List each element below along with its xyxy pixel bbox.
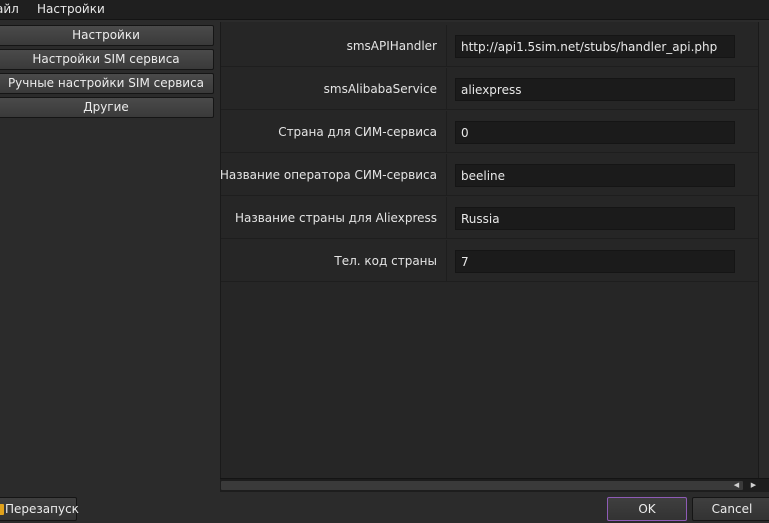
phone-country-code-input[interactable] <box>455 250 735 273</box>
sidebar-item-manual-sim-settings[interactable]: Ручные настройки SIM сервиса <box>0 73 214 94</box>
row-divider <box>446 197 447 239</box>
menu-file[interactable]: айл <box>0 2 19 16</box>
row-divider <box>446 111 447 153</box>
horizontal-scrollbar[interactable]: ◀ ▶ <box>220 478 769 492</box>
restart-button[interactable]: Перезапуск <box>0 497 79 521</box>
row-divider <box>446 240 447 282</box>
sim-country-input[interactable] <box>455 121 735 144</box>
horizontal-scrollbar-thumb[interactable] <box>221 481 743 490</box>
bottom-bar: Перезапуск OK Cancel <box>0 492 769 523</box>
field-label: Название оператора СИМ-сервиса <box>219 168 437 182</box>
row-divider <box>446 68 447 110</box>
settings-panel: smsAPIHandler smsAlibabaService Страна д… <box>220 22 769 478</box>
sms-alibaba-service-input[interactable] <box>455 78 735 101</box>
arrow-left-icon[interactable]: ◀ <box>731 480 742 491</box>
field-label: Название страны для Aliexpress <box>234 211 437 225</box>
sim-operator-input[interactable] <box>455 164 735 187</box>
row-divider <box>446 154 447 196</box>
form-row: Страна для СИМ-сервиса <box>221 111 759 153</box>
vertical-scrollbar[interactable] <box>758 22 769 478</box>
menu-settings[interactable]: Настройки <box>37 2 105 16</box>
ok-button[interactable]: OK <box>607 497 687 521</box>
sidebar: Настройки Настройки SIM сервиса Ручные н… <box>0 22 218 478</box>
row-divider <box>446 25 447 67</box>
form-row: Название страны для Aliexpress <box>221 197 759 239</box>
sidebar-item-settings[interactable]: Настройки <box>0 25 214 46</box>
sidebar-item-sim-settings[interactable]: Настройки SIM сервиса <box>0 49 214 70</box>
arrow-right-icon[interactable]: ▶ <box>748 480 759 491</box>
field-label: smsAlibabaService <box>323 82 437 96</box>
form-row: smsAPIHandler <box>221 25 759 67</box>
form-row: Название оператора СИМ-сервиса <box>219 154 759 196</box>
restart-button-label: Перезапуск <box>5 502 79 516</box>
cancel-button[interactable]: Cancel <box>692 497 769 521</box>
sidebar-item-other[interactable]: Другие <box>0 97 214 118</box>
restart-icon <box>0 504 4 515</box>
sms-api-handler-input[interactable] <box>455 35 735 58</box>
menubar: айл Настройки <box>0 0 769 20</box>
field-label: smsAPIHandler <box>346 39 437 53</box>
form-row: Тел. код страны <box>221 240 759 282</box>
aliexpress-country-input[interactable] <box>455 207 735 230</box>
field-label: Тел. код страны <box>334 254 437 268</box>
form-row: smsAlibabaService <box>221 68 759 110</box>
field-label: Страна для СИМ-сервиса <box>278 125 437 139</box>
